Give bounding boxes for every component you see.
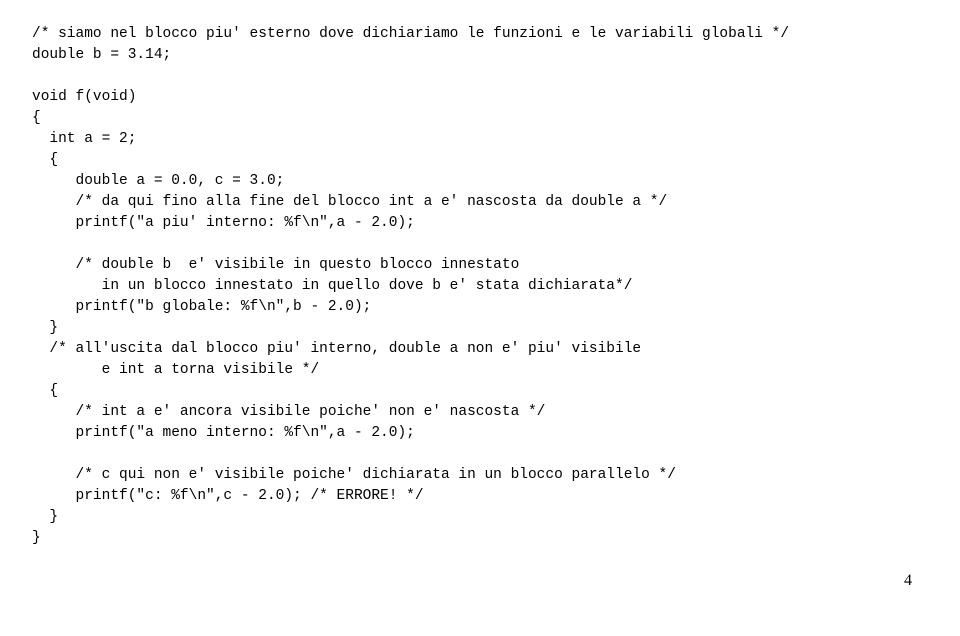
code-line: e int a torna visibile */ bbox=[32, 362, 319, 378]
code-line: /* siamo nel blocco piu' esterno dove di… bbox=[32, 26, 789, 42]
code-line: printf("a meno interno: %f\n",a - 2.0); bbox=[32, 425, 415, 441]
code-line: /* da qui fino alla fine del blocco int … bbox=[32, 194, 667, 210]
code-line: void f(void) bbox=[32, 89, 136, 105]
code-line: } bbox=[32, 509, 58, 525]
code-line: in un blocco innestato in quello dove b … bbox=[32, 278, 632, 294]
code-line: { bbox=[32, 383, 58, 399]
code-line: /* int a e' ancora visibile poiche' non … bbox=[32, 404, 545, 420]
code-line: { bbox=[32, 110, 41, 126]
code-line: /* c qui non e' visibile poiche' dichiar… bbox=[32, 467, 676, 483]
code-line: double b = 3.14; bbox=[32, 47, 171, 63]
code-line: printf("c: %f\n",c - 2.0); /* ERRORE! */ bbox=[32, 488, 424, 504]
code-block: /* siamo nel blocco piu' esterno dove di… bbox=[32, 24, 920, 549]
page-number: 4 bbox=[32, 569, 920, 592]
code-line: printf("a piu' interno: %f\n",a - 2.0); bbox=[32, 215, 415, 231]
code-line: { bbox=[32, 152, 58, 168]
code-line: } bbox=[32, 320, 58, 336]
code-line: printf("b globale: %f\n",b - 2.0); bbox=[32, 299, 371, 315]
code-line: /* double b e' visibile in questo blocco… bbox=[32, 257, 519, 273]
code-line: /* all'uscita dal blocco piu' interno, d… bbox=[32, 341, 641, 357]
code-line: double a = 0.0, c = 3.0; bbox=[32, 173, 284, 189]
code-line: } bbox=[32, 530, 41, 546]
code-line: int a = 2; bbox=[32, 131, 136, 147]
